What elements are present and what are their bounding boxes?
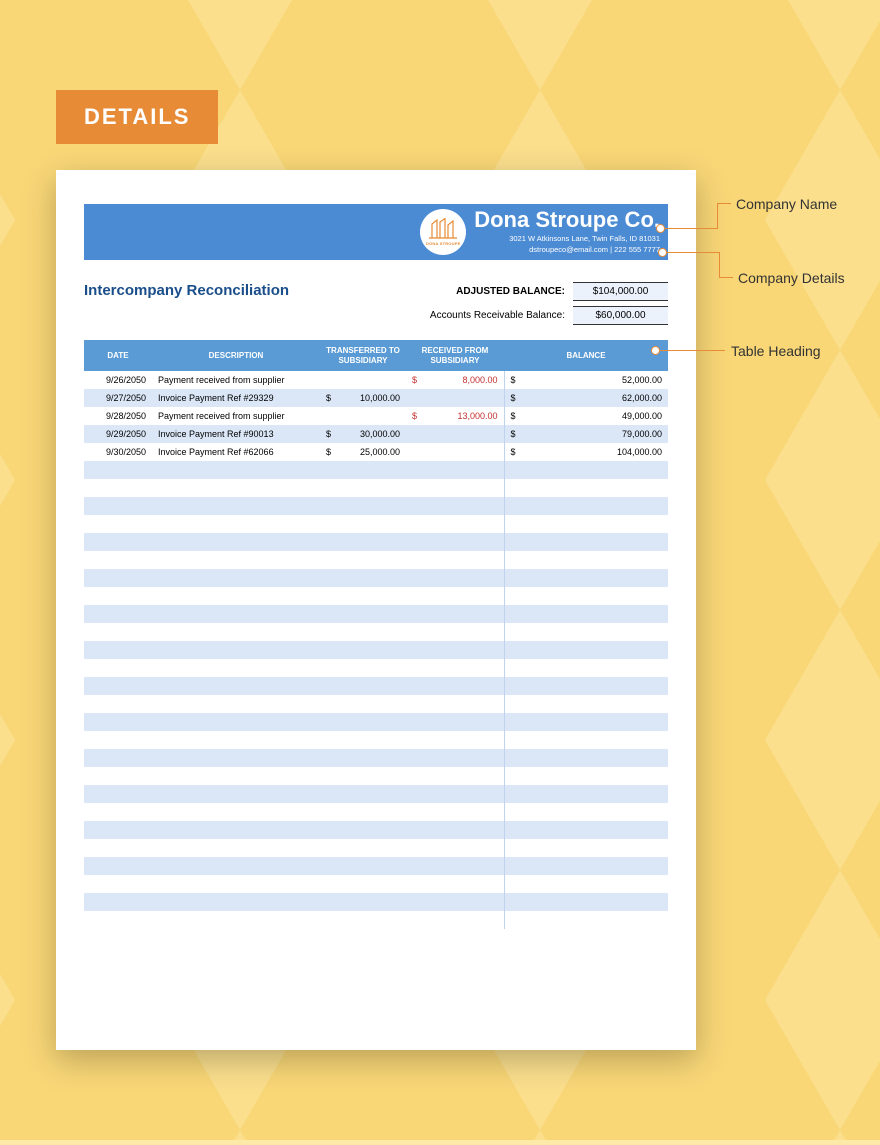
table-heading-row: DATE DESCRIPTION TRANSFERRED TO SUBSIDIA… [84, 340, 668, 371]
th-transferred: TRANSFERRED TO SUBSIDIARY [320, 340, 406, 371]
table-row: 9/28/2050Payment received from supplier$… [84, 407, 668, 425]
table-row [84, 497, 668, 515]
header-band: DONA STROUPE Dona Stroupe Co. 3021 W Atk… [84, 204, 668, 260]
company-name: Dona Stroupe Co. [474, 209, 660, 231]
table-row: 9/30/2050Invoice Payment Ref #62066$25,0… [84, 443, 668, 461]
table-row [84, 461, 668, 479]
table-row [84, 767, 668, 785]
reconciliation-table: DATE DESCRIPTION TRANSFERRED TO SUBSIDIA… [84, 340, 668, 929]
table-row: 9/29/2050Invoice Payment Ref #90013$30,0… [84, 425, 668, 443]
table-row [84, 857, 668, 875]
table-row [84, 533, 668, 551]
balance-block: ADJUSTED BALANCE: $104,000.00 Accounts R… [430, 282, 668, 330]
table-row [84, 749, 668, 767]
table-row [84, 875, 668, 893]
adjusted-balance-label: ADJUSTED BALANCE: [456, 286, 565, 297]
callout-company-name: Company Name [660, 218, 860, 238]
table-row [84, 839, 668, 857]
th-received: RECEIVED FROM SUBSIDIARY [406, 340, 504, 371]
table-row [84, 677, 668, 695]
company-details: 3021 W Atkinsons Lane, Twin Falls, ID 81… [474, 234, 660, 254]
company-address: 3021 W Atkinsons Lane, Twin Falls, ID 81… [474, 234, 660, 244]
table-row: 9/26/2050Payment received from supplier$… [84, 371, 668, 389]
table-row [84, 785, 668, 803]
table-row [84, 641, 668, 659]
table-row [84, 893, 668, 911]
ar-balance-value: $60,000.00 [573, 306, 668, 325]
table-row [84, 551, 668, 569]
table-row [84, 569, 668, 587]
company-contact: dstroupeco@email.com | 222 555 7777 [474, 245, 660, 255]
table-row [84, 713, 668, 731]
ar-balance-label: Accounts Receivable Balance: [430, 310, 565, 321]
document-sheet: DONA STROUPE Dona Stroupe Co. 3021 W Atk… [56, 170, 696, 1050]
document-title: Intercompany Reconciliation [84, 282, 289, 299]
table-row [84, 587, 668, 605]
table-row: 9/27/2050Invoice Payment Ref #29329$10,0… [84, 389, 668, 407]
table-row [84, 659, 668, 677]
callout-company-details: Company Details [662, 246, 862, 266]
table-row [84, 821, 668, 839]
table-row [84, 803, 668, 821]
table-row [84, 515, 668, 533]
table-row [84, 479, 668, 497]
th-balance: BALANCE [504, 340, 668, 371]
logo-caption: DONA STROUPE [426, 241, 460, 246]
table-row [84, 623, 668, 641]
callout-table-heading: Table Heading [655, 343, 875, 363]
table-row [84, 731, 668, 749]
th-description: DESCRIPTION [152, 340, 320, 371]
company-logo: DONA STROUPE [420, 209, 466, 255]
table-row [84, 695, 668, 713]
table-row [84, 911, 668, 929]
adjusted-balance-value: $104,000.00 [573, 282, 668, 301]
details-tag: DETAILS [56, 90, 218, 144]
th-date: DATE [84, 340, 152, 371]
table-row [84, 605, 668, 623]
